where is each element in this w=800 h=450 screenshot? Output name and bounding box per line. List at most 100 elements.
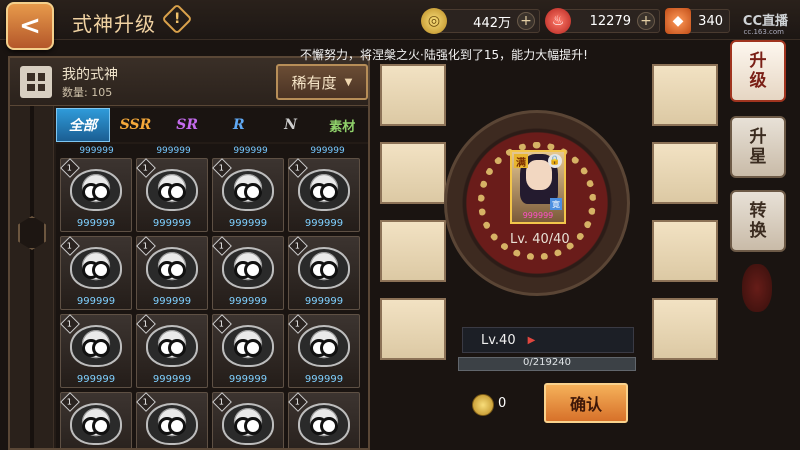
daruma-icon <box>70 325 122 367</box>
card-stars: 999999 <box>76 374 116 385</box>
shikigami-card[interactable]: 1 999999 <box>136 236 208 310</box>
current-level: Lv. 40/40 <box>510 232 570 247</box>
partial-row: 999999 999999 999999 999999 <box>79 146 345 156</box>
arrow-right-icon: ▶ <box>527 334 536 346</box>
tab-n[interactable]: N <box>265 108 317 142</box>
shikigami-card[interactable]: 1 999999 <box>212 236 284 310</box>
max-level-badge: 满 <box>514 154 528 169</box>
coin-value: 442万 <box>473 15 511 31</box>
daruma-icon <box>146 325 198 367</box>
coin-resource: ◎ 442万 + <box>421 8 540 34</box>
rarity-dropdown[interactable]: 稀有度 ▼ <box>276 64 368 100</box>
card-stars: 999999 <box>76 218 116 229</box>
add-coin-button[interactable]: + <box>517 12 535 30</box>
side-tab-convert[interactable]: 转换 <box>730 190 786 252</box>
daruma-icon <box>146 247 198 289</box>
grid-view-icon[interactable] <box>20 66 52 98</box>
shikigami-card[interactable]: 1 999999 <box>136 158 208 232</box>
tab-r[interactable]: R <box>213 108 265 142</box>
daruma-icon <box>298 325 350 367</box>
side-tab-upgrade[interactable]: 升级 <box>730 40 786 102</box>
portrait-stars: 999999 <box>522 211 554 220</box>
material-slot[interactable] <box>380 64 446 126</box>
daruma-icon <box>146 169 198 211</box>
exp-bar: 0/219240 <box>458 357 636 371</box>
shikigami-card[interactable]: 1 999999 <box>212 158 284 232</box>
confirm-button[interactable]: 确认 <box>544 383 628 423</box>
jade-icon: ◆ <box>665 8 691 34</box>
exp-text: 0/219240 <box>523 357 571 368</box>
jade-value: 340 <box>698 13 723 29</box>
shikigami-card[interactable]: 1 999999 <box>60 158 132 232</box>
card-stars: 999999 <box>152 296 192 307</box>
material-slot[interactable] <box>652 298 718 360</box>
daruma-icon <box>298 169 350 211</box>
shikigami-title: 我的式神 <box>62 67 118 83</box>
shikigami-list: 999999 999999 999999 999999 1 999999 1 9999… <box>56 144 368 448</box>
tab-all[interactable]: 全部 <box>56 108 110 142</box>
card-stars: 999999 <box>228 374 268 385</box>
daruma-icon <box>70 169 122 211</box>
back-button[interactable]: < <box>6 2 54 50</box>
help-icon[interactable]: ! <box>161 3 193 35</box>
shikigami-card[interactable]: 1 <box>288 392 360 448</box>
daruma-icon <box>70 403 122 445</box>
shikigami-card[interactable]: 1 999999 <box>288 158 360 232</box>
target-shikigami-portrait[interactable]: 满 🔒 寛 999999 <box>510 150 566 224</box>
material-slot[interactable] <box>652 142 718 204</box>
stamina-icon: ♨ <box>545 8 571 34</box>
material-slot[interactable] <box>652 64 718 126</box>
scroll-rail <box>10 106 54 448</box>
tab-sr[interactable]: SR <box>161 108 213 142</box>
shikigami-card[interactable]: 1 999999 <box>136 314 208 388</box>
card-stars: 999999 <box>228 296 268 307</box>
card-stars: 999999 <box>228 218 268 229</box>
material-slot[interactable] <box>380 298 446 360</box>
lantern-decoration <box>742 264 772 312</box>
tab-material[interactable]: 素材 <box>316 108 368 142</box>
daruma-icon <box>146 403 198 445</box>
role-badge: 寛 <box>550 198 562 210</box>
watermark-url: cc.163.com <box>743 28 784 36</box>
top-bar: < 式神升级 ! ◎ 442万 + ♨ 12279 + ◆ 340 CC直播 c… <box>0 0 800 50</box>
jade-resource: ◆ 340 <box>665 8 730 34</box>
daruma-icon <box>222 403 274 445</box>
target-level-panel: Lv.40 ▶ <box>462 327 634 353</box>
shikigami-card[interactable]: 1 999999 <box>288 314 360 388</box>
material-slot[interactable] <box>652 220 718 282</box>
rarity-tabs: 全部 SSR SR R N 素材 <box>56 108 368 142</box>
card-stars: 999999 <box>152 374 192 385</box>
card-grid: 1 999999 1 999999 1 999999 1 999999 1 999999 1 9999… <box>56 154 368 448</box>
card-stars: 999999 <box>152 218 192 229</box>
page-title: 式神升级 <box>72 12 156 36</box>
shikigami-card[interactable]: 1 999999 <box>288 236 360 310</box>
shikigami-card[interactable]: 1 <box>136 392 208 448</box>
shikigami-card[interactable]: 1 999999 <box>212 314 284 388</box>
card-stars: 999999 <box>304 218 344 229</box>
side-tab-star-up[interactable]: 升星 <box>730 116 786 178</box>
coin-cost-icon <box>472 394 494 416</box>
upgrade-notice: 不懈努力，将涅槃之火·陆强化到了15，能力大幅提升! <box>300 48 588 62</box>
chevron-down-icon: ▼ <box>344 76 353 88</box>
coin-icon: ◎ <box>421 8 447 34</box>
shikigami-card[interactable]: 1 999999 <box>60 236 132 310</box>
add-stamina-button[interactable]: + <box>637 12 655 30</box>
card-stars: 999999 <box>76 296 116 307</box>
stamina-resource: ♨ 12279 + <box>545 8 660 34</box>
coin-cost: 0 <box>498 396 507 411</box>
target-level: Lv.40 <box>481 332 516 348</box>
daruma-icon <box>222 169 274 211</box>
tab-ssr[interactable]: SSR <box>110 108 162 142</box>
scroll-handle[interactable] <box>18 216 46 250</box>
rarity-dropdown-label: 稀有度 <box>291 73 337 92</box>
shikigami-card[interactable]: 1 <box>60 392 132 448</box>
shikigami-count: 数量: 105 <box>62 86 113 99</box>
watermark-logo: CC直播 <box>742 14 788 29</box>
lock-icon: 🔒 <box>548 154 562 168</box>
shikigami-card[interactable]: 1 <box>212 392 284 448</box>
back-arrow-icon: < <box>19 11 41 41</box>
daruma-icon <box>298 403 350 445</box>
shikigami-card[interactable]: 1 999999 <box>60 314 132 388</box>
material-slot[interactable] <box>380 220 446 282</box>
material-slot[interactable] <box>380 142 446 204</box>
